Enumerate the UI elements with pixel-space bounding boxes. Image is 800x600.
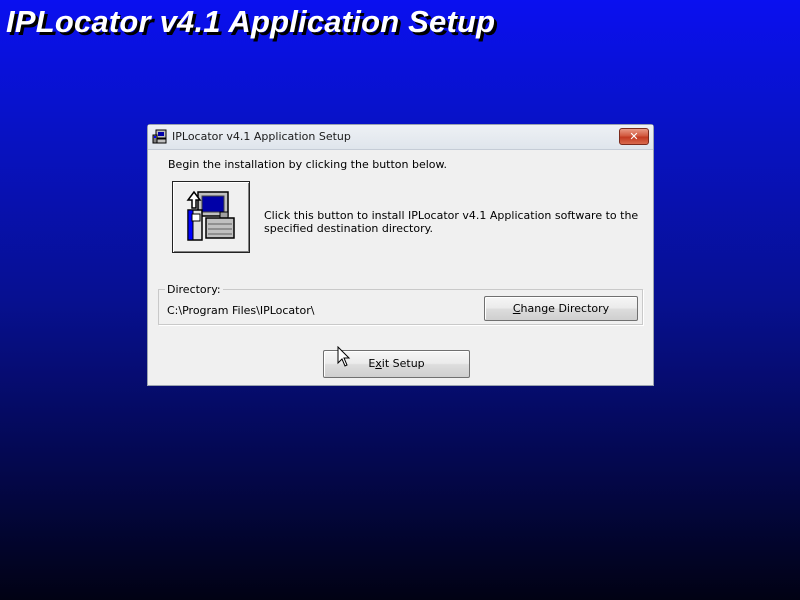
install-button[interactable]	[172, 181, 250, 253]
change-directory-label: Change Directory	[512, 302, 610, 315]
close-button[interactable]: ✕	[619, 128, 649, 145]
setup-computer-icon	[152, 129, 168, 145]
close-icon: ✕	[629, 130, 639, 143]
install-computer-icon	[186, 190, 235, 241]
directory-label: Directory:	[165, 283, 223, 296]
mouse-pointer-icon	[337, 346, 351, 367]
dialog-titlebar[interactable]: IPLocator v4.1 Application Setup ✕	[148, 125, 653, 150]
dialog-title: IPLocator v4.1 Application Setup	[172, 130, 351, 143]
change-directory-button[interactable]: Change Directory	[484, 296, 638, 321]
directory-path: C:\Program Files\IPLocator\	[167, 304, 315, 317]
setup-dialog: IPLocator v4.1 Application Setup ✕ Begin…	[147, 124, 654, 386]
setup-banner-title: IPLocator v4.1 Application Setup	[6, 4, 496, 39]
intro-text: Begin the installation by clicking the b…	[168, 158, 448, 171]
exit-setup-label: Exit Setup	[368, 357, 425, 370]
install-description: Click this button to install IPLocator v…	[264, 209, 639, 235]
